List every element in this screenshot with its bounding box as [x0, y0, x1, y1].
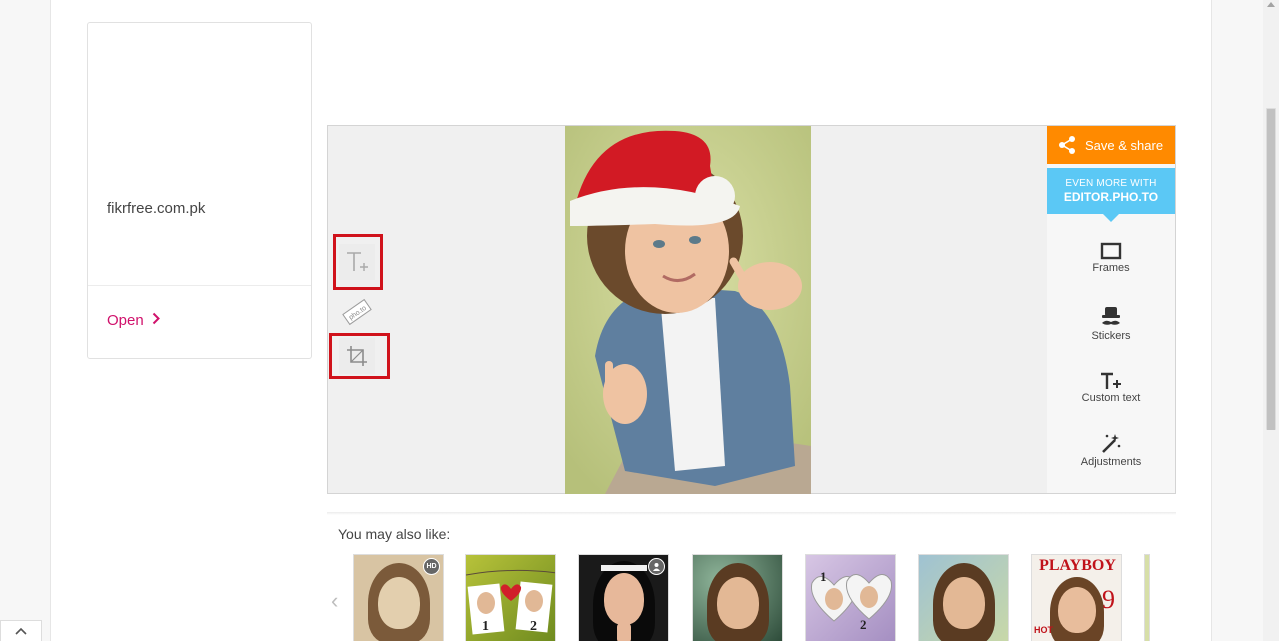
thumb-number-2: 2: [530, 619, 537, 634]
thumbnail-bokeh-portrait[interactable]: [692, 554, 783, 641]
hd-badge: HD: [423, 558, 440, 575]
thumbnail-rain-glass-portrait[interactable]: [918, 554, 1009, 641]
thumb-number-1: 1: [820, 569, 827, 584]
add-text-tool-highlight: [333, 234, 383, 290]
add-text-tool[interactable]: [339, 244, 375, 280]
scroll-up-arrow-icon[interactable]: [1267, 2, 1275, 7]
chevron-up-icon: [15, 627, 27, 635]
magazine-corner: HOT: [1034, 625, 1053, 635]
sidebar-item-stickers[interactable]: Stickers: [1047, 306, 1175, 342]
more-line2: EDITOR.PHO.TO: [1063, 190, 1159, 204]
edited-photo: [565, 126, 811, 494]
crop-icon: [347, 346, 367, 366]
chevron-right-icon: [152, 312, 160, 329]
sidebar-item-label: Frames: [1092, 262, 1130, 274]
crop-tool[interactable]: [339, 338, 375, 374]
collapse-tab[interactable]: [0, 620, 42, 641]
editor-sidebar: Save & share EVEN MORE WITH EDITOR.PHO.T…: [1047, 126, 1175, 493]
person-icon: [648, 558, 665, 575]
sidebar-item-label: Stickers: [1091, 330, 1131, 342]
hat-mustache-icon: [1102, 307, 1120, 325]
more-line1: EVEN MORE WITH: [1065, 178, 1157, 189]
text-plus-icon: [1101, 372, 1121, 389]
text-plus-icon: [347, 252, 368, 271]
thumbnail-sepia-portrait[interactable]: HD: [353, 554, 444, 641]
ad-divider: [88, 285, 311, 286]
thumbnail-magazine-cover[interactable]: PLAYBOY 9 HOT: [1031, 554, 1122, 641]
editor-pho-to-button[interactable]: EVEN MORE WITH EDITOR.PHO.TO: [1047, 168, 1175, 214]
share-icon: [1059, 136, 1075, 154]
sidebar-item-label: Custom text: [1081, 392, 1141, 404]
carousel-prev-button[interactable]: ‹: [331, 588, 338, 614]
magic-wand-icon: [1102, 434, 1121, 453]
magazine-issue: 9: [1102, 585, 1115, 614]
ad-open-link[interactable]: Open: [107, 312, 160, 329]
sidebar-item-label: Adjustments: [1080, 456, 1142, 468]
magazine-masthead: PLAYBOY: [1039, 557, 1116, 574]
more-pointer: [1103, 214, 1119, 222]
thumbnail-nun-portrait[interactable]: [578, 554, 669, 641]
thumb-number-2: 2: [860, 617, 867, 632]
section-divider: [327, 512, 1176, 515]
page-scrollbar[interactable]: [1263, 0, 1279, 641]
sidebar-item-adjustments[interactable]: Adjustments: [1047, 432, 1175, 468]
also-like-title: You may also like:: [338, 526, 451, 542]
watermark-stamp-tool[interactable]: pho.to: [340, 296, 374, 328]
ad-domain: fikrfree.com.pk: [107, 200, 206, 217]
thumbnail-partial[interactable]: [1144, 554, 1150, 641]
thumbnail-heart-frames[interactable]: 1 2: [805, 554, 896, 641]
ad-open-label: Open: [107, 312, 144, 329]
ad-card[interactable]: fikrfree.com.pk Open: [87, 22, 312, 359]
sidebar-item-frames[interactable]: Frames: [1047, 242, 1175, 274]
frame-icon: [1100, 242, 1122, 260]
save-share-button[interactable]: Save & share: [1047, 126, 1175, 164]
scrollbar-thumb[interactable]: [1266, 108, 1276, 430]
thumbnail-clothespin-photos[interactable]: 1 2: [465, 554, 556, 641]
crop-tool-highlight: [329, 333, 390, 379]
thumb-number-1: 1: [482, 619, 489, 634]
sidebar-item-custom-text[interactable]: Custom text: [1047, 372, 1175, 404]
save-share-label: Save & share: [1085, 137, 1164, 153]
